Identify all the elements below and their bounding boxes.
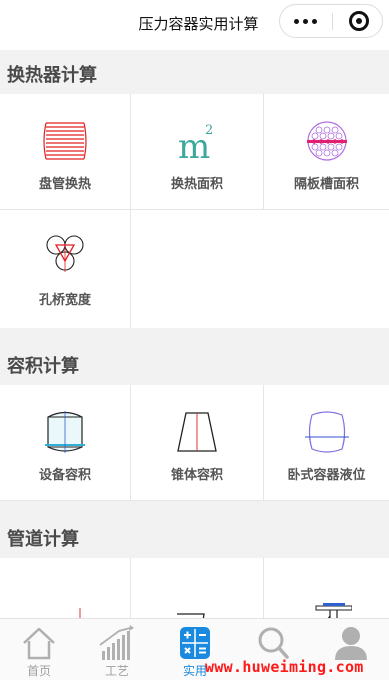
mini-program-capsule bbox=[279, 4, 383, 38]
grid-item-label: 隔板槽面积 bbox=[293, 177, 359, 192]
section-spacer bbox=[0, 328, 389, 342]
heat-exchanger-grid: 盘管换热 m 2 换热面积 隔板槽面积 孔桥宽度 bbox=[0, 94, 389, 328]
grid-item-label: 设备容积 bbox=[38, 468, 91, 483]
user-icon bbox=[335, 627, 367, 660]
grid-item-label: 盘管换热 bbox=[38, 177, 91, 192]
more-menu-button[interactable] bbox=[280, 5, 332, 37]
tab-process[interactable]: 工艺 bbox=[78, 619, 156, 680]
watermark-text: www.huweiming.com bbox=[205, 658, 364, 676]
vessel-icon bbox=[45, 411, 85, 453]
grid-item-hole-bridge-width[interactable]: 孔桥宽度 bbox=[0, 210, 131, 328]
grid-item-cone-volume[interactable]: 锥体容积 bbox=[131, 385, 264, 501]
horizontal-vessel-icon bbox=[305, 411, 349, 453]
pipe-line-icon bbox=[79, 608, 81, 618]
section-header-pipe: 管道计算 bbox=[0, 514, 389, 558]
volume-grid: 设备容积 锥体容积 卧式容器液位 bbox=[0, 385, 389, 501]
home-icon bbox=[23, 627, 55, 660]
grid-item-label: 锥体容积 bbox=[170, 468, 223, 483]
hole-bridge-icon bbox=[46, 235, 84, 272]
branch-pipe-icon bbox=[315, 603, 352, 618]
tab-home[interactable]: 首页 bbox=[0, 619, 78, 680]
coil-icon bbox=[43, 122, 87, 160]
close-program-button[interactable] bbox=[333, 5, 383, 37]
navigation-bar: 压力容器实用计算 bbox=[0, 0, 389, 44]
bar-chart-icon bbox=[99, 625, 134, 660]
grid-item-coil-heat[interactable]: 盘管换热 bbox=[0, 94, 131, 210]
search-icon bbox=[258, 627, 289, 659]
tab-label: 工艺 bbox=[104, 664, 129, 678]
grid-empty-cell bbox=[131, 210, 389, 328]
calculator-icon bbox=[180, 627, 210, 659]
pipe-grid bbox=[0, 558, 389, 618]
grid-item-label: 换热面积 bbox=[170, 177, 223, 192]
section-header-heat-exchanger: 换热器计算 bbox=[0, 50, 389, 94]
section-header-volume: 容积计算 bbox=[0, 341, 389, 385]
elbow-icon bbox=[177, 613, 205, 618]
grid-item-label: 孔桥宽度 bbox=[38, 293, 91, 308]
tube-sheet-icon bbox=[307, 121, 347, 161]
grid-item-heat-area[interactable]: m 2 换热面积 bbox=[131, 94, 264, 210]
grid-item-equipment-volume[interactable]: 设备容积 bbox=[0, 385, 131, 501]
grid-item-pipe-2[interactable] bbox=[131, 558, 264, 618]
tab-label: 首页 bbox=[26, 664, 51, 678]
grid-item-horizontal-vessel-level[interactable]: 卧式容器液位 bbox=[264, 385, 389, 501]
grid-item-pipe-1[interactable] bbox=[0, 558, 131, 618]
grid-item-label: 卧式容器液位 bbox=[287, 468, 366, 483]
grid-item-pipe-3[interactable] bbox=[264, 558, 389, 618]
section-spacer bbox=[0, 501, 389, 515]
area-m2-icon: m 2 bbox=[178, 123, 213, 164]
section-title: 容积计算 bbox=[7, 356, 79, 377]
cone-icon bbox=[177, 412, 217, 452]
svg-text:2: 2 bbox=[205, 123, 213, 138]
section-title: 换热器计算 bbox=[7, 65, 97, 86]
section-title: 管道计算 bbox=[7, 529, 79, 550]
grid-item-partition-groove-area[interactable]: 隔板槽面积 bbox=[264, 94, 389, 210]
